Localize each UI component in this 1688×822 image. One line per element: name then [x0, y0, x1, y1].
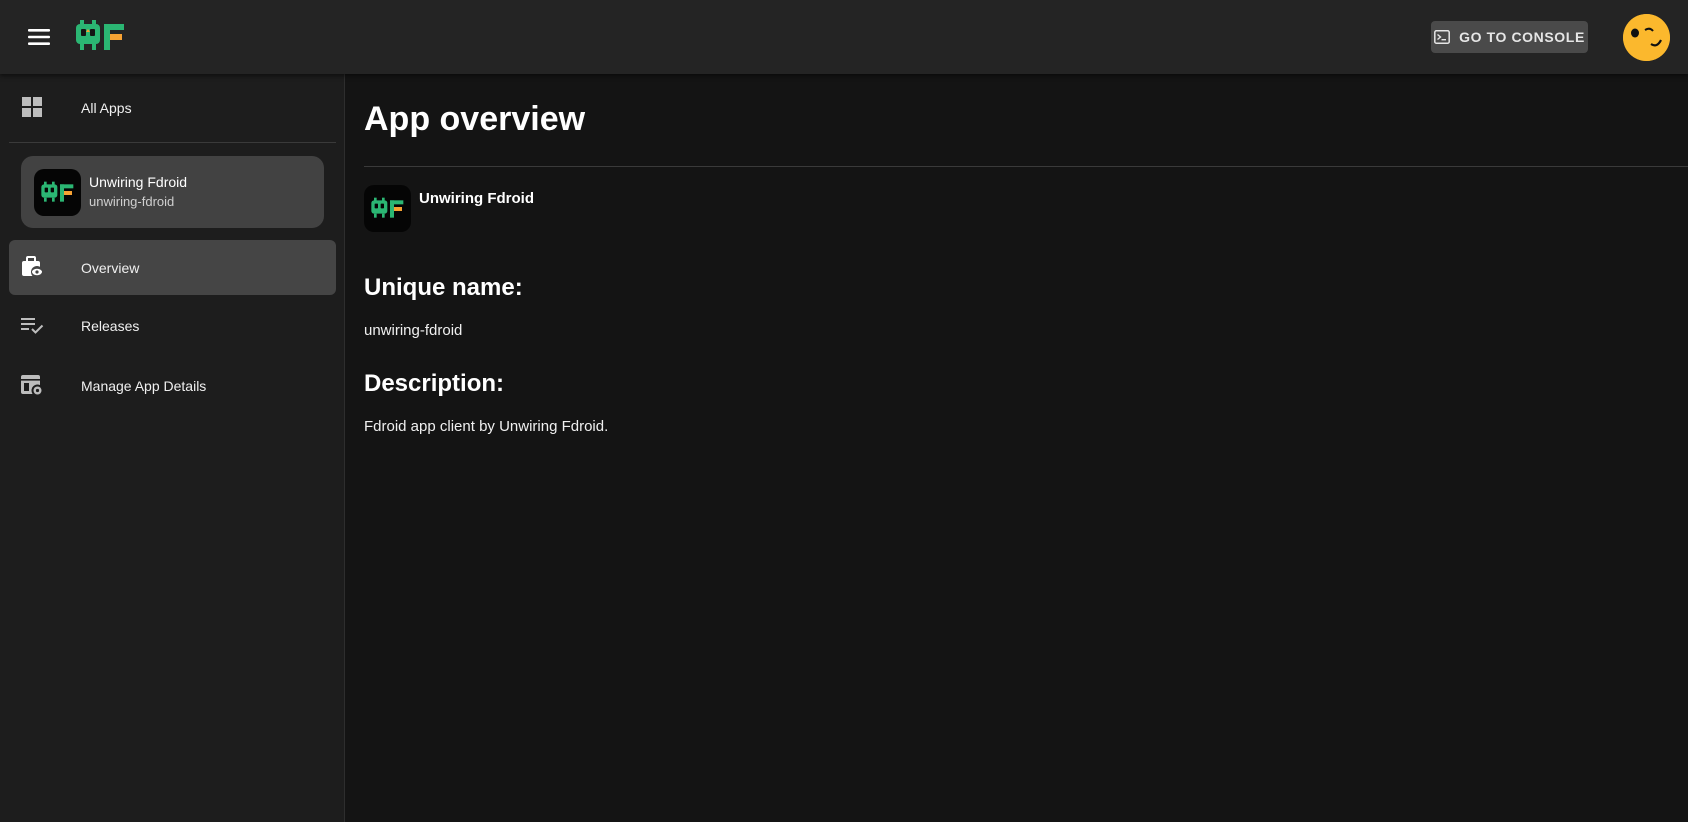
title-divider [364, 166, 1688, 167]
sidebar-item-overview[interactable]: Overview [9, 240, 336, 295]
selected-app-name: Unwiring Fdroid [89, 174, 188, 190]
unique-name-heading: Unique name: [364, 274, 523, 301]
sidebar-divider [9, 142, 336, 143]
sidebar-item-label: All Apps [81, 99, 132, 116]
description-value: Fdroid app client by Unwiring Fdroid. [364, 418, 609, 435]
page-title: App overview [364, 100, 586, 138]
go-to-console-button[interactable]: GO TO CONSOLE [1431, 21, 1588, 53]
selected-app-slug: unwiring-fdroid [89, 194, 175, 209]
app-logo-icon [364, 185, 411, 232]
playlist-check-icon [20, 313, 44, 337]
terminal-icon [1434, 30, 1451, 44]
selected-app-card[interactable]: Unwiring Fdroid unwiring-fdroid [21, 156, 324, 228]
sidebar: All Apps Unwiring Fdroid unwiring-fdroid [0, 74, 345, 822]
top-app-bar: GO TO CONSOLE [0, 0, 1688, 74]
sidebar-item-label: Overview [81, 259, 140, 276]
app-settings-icon [20, 373, 44, 397]
sidebar-item-label: Releases [81, 317, 140, 334]
sidebar-item-releases[interactable]: Releases [9, 298, 336, 353]
unique-name-value: unwiring-fdroid [364, 322, 463, 339]
main-content: App overview Unwiring Fdroid Unique name… [346, 74, 1688, 822]
sidebar-item-manage-app-details[interactable]: Manage App Details [9, 358, 336, 413]
go-to-console-label: GO TO CONSOLE [1459, 29, 1585, 45]
user-avatar[interactable] [1623, 14, 1670, 61]
sidebar-item-label: Manage App Details [81, 377, 207, 394]
grid-icon [20, 95, 44, 119]
app-logo-icon [34, 169, 81, 216]
overview-icon [20, 255, 44, 279]
description-heading: Description: [364, 370, 505, 397]
hamburger-menu-icon[interactable] [22, 20, 56, 54]
sidebar-item-all-apps[interactable]: All Apps [9, 80, 336, 135]
brand-logo-icon[interactable] [74, 20, 128, 54]
app-name: Unwiring Fdroid [419, 190, 534, 207]
